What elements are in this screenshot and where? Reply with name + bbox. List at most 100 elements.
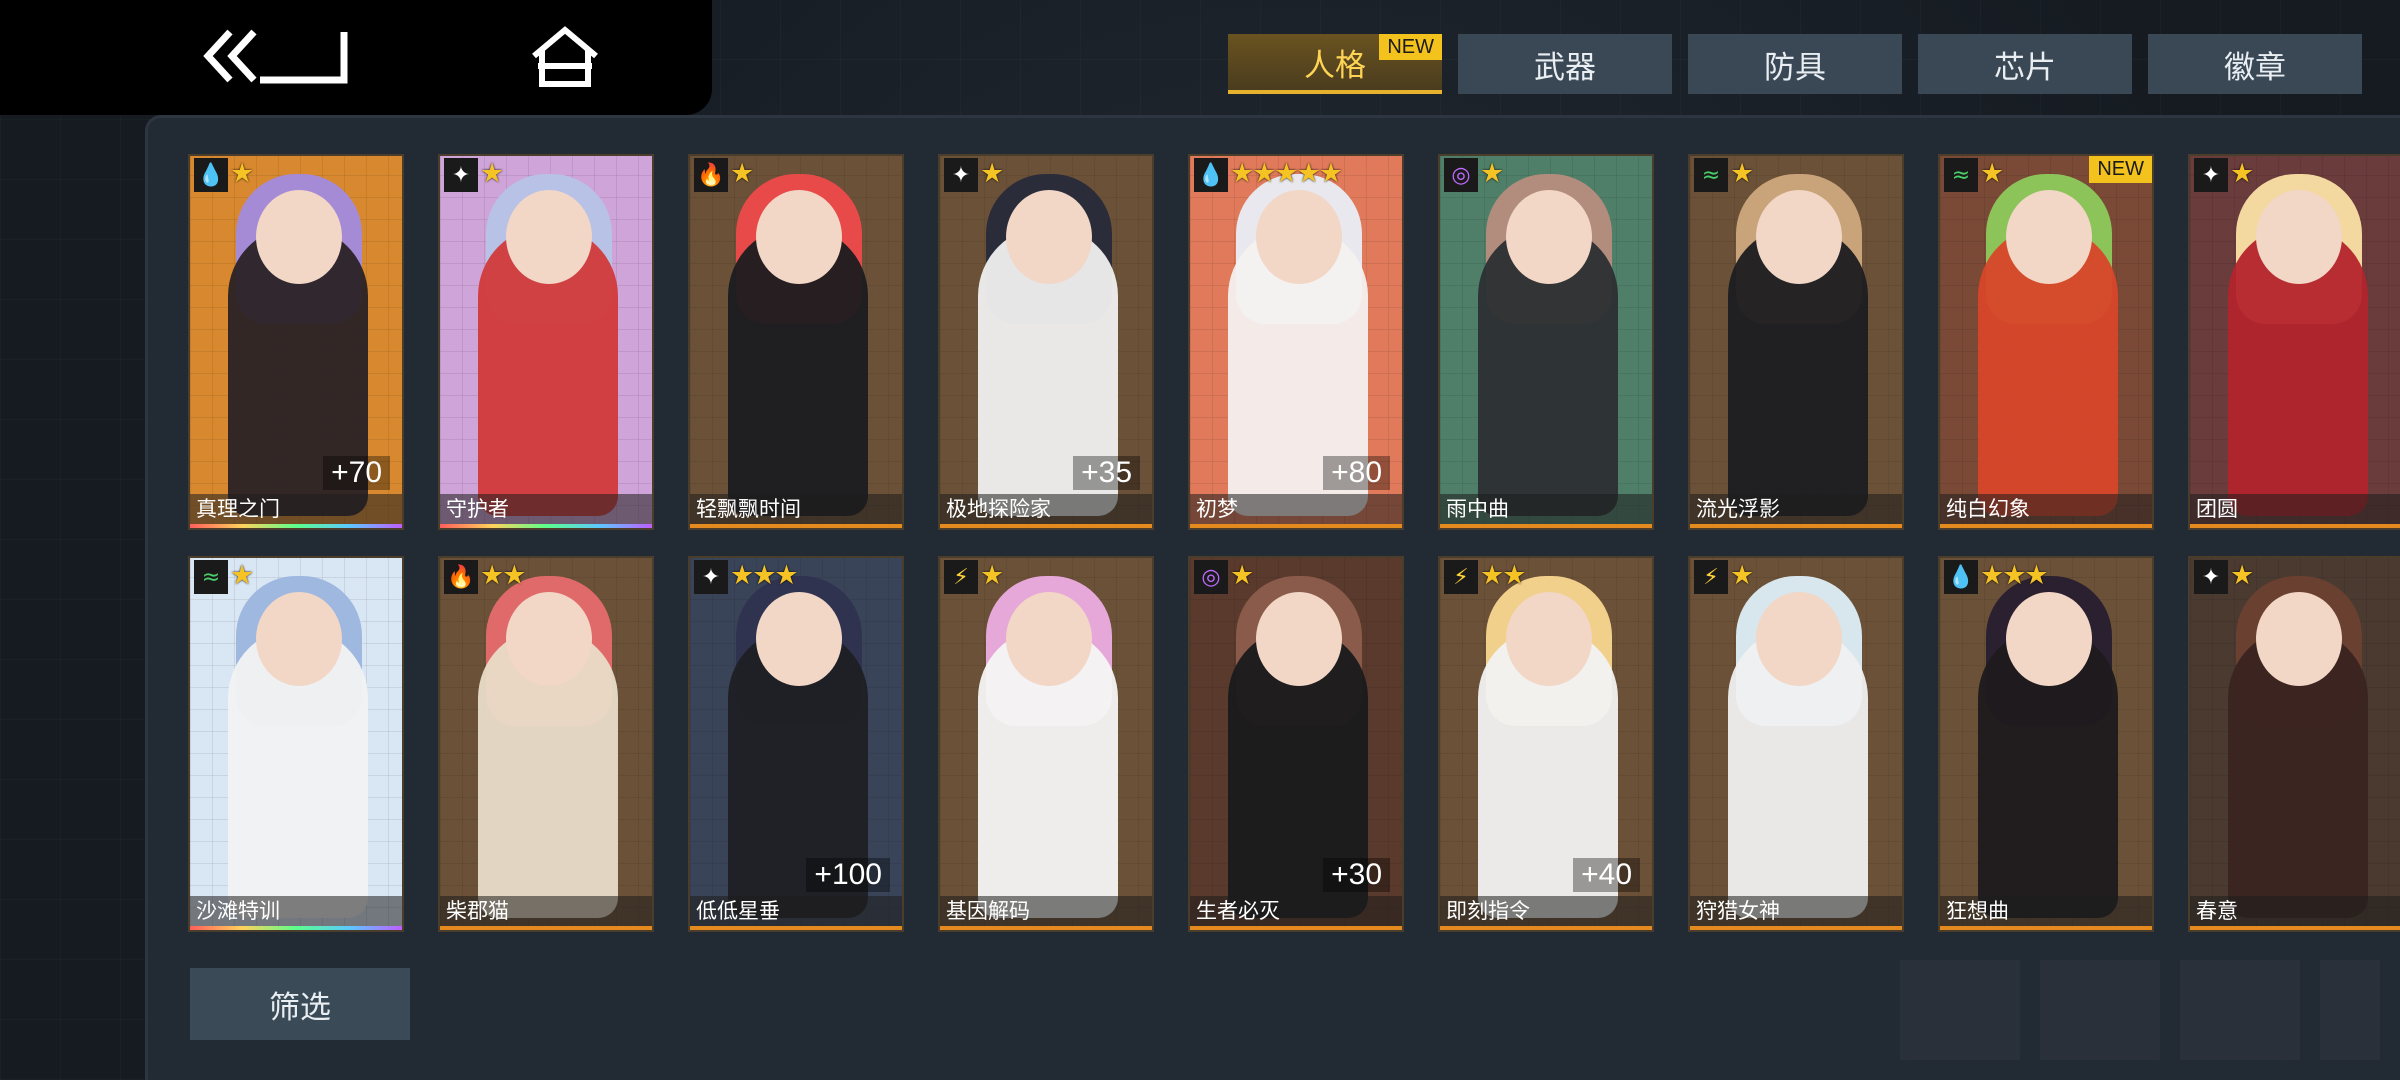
persona-card[interactable]: ⚡ ★ 狩猎女神: [1688, 556, 1904, 932]
card-name: 守护者: [440, 494, 652, 528]
character-face: [1006, 190, 1092, 284]
psy-element-icon: ◎: [1194, 560, 1228, 594]
tab-persona[interactable]: 人格 NEW: [1228, 34, 1442, 94]
character-face: [1756, 190, 1842, 284]
tab-chip[interactable]: 芯片: [1918, 34, 2132, 94]
character-face: [256, 592, 342, 686]
card-name: 生者必灭: [1190, 896, 1402, 930]
persona-card[interactable]: ✦ ★ 守护者: [438, 154, 654, 530]
wind-element-icon: ≈: [1694, 158, 1728, 192]
enhance-level: +35: [1073, 456, 1140, 490]
tab-label: 芯片: [1994, 49, 2056, 86]
character-face: [1256, 592, 1342, 686]
character-face: [1256, 190, 1342, 284]
enhance-level: +80: [1323, 456, 1390, 490]
rarity-stars: ★: [730, 158, 754, 189]
rarity-stars: ★★: [1480, 560, 1526, 591]
rarity-stars: ★★★: [1980, 560, 2049, 591]
character-face: [1506, 592, 1592, 686]
home-button[interactable]: [530, 26, 600, 88]
tab-armor[interactable]: 防具: [1688, 34, 1902, 94]
enhance-level: +70: [323, 456, 390, 490]
rarity-stars: ★: [1230, 560, 1254, 591]
persona-card[interactable]: ✦ ★ +35 极地探险家: [938, 154, 1154, 530]
persona-card[interactable]: 🔥 ★ 轻飘飘时间: [688, 154, 904, 530]
character-face: [2256, 190, 2342, 284]
character-face: [1506, 190, 1592, 284]
persona-card[interactable]: 💧 ★★★ 狂想曲: [1938, 556, 2154, 932]
spark-element-icon: ✦: [2194, 560, 2228, 594]
top-nav: [0, 0, 712, 115]
character-face: [506, 190, 592, 284]
card-name: 柴郡猫: [440, 896, 652, 930]
filter-label: 筛选: [269, 989, 331, 1026]
tab-label: 人格: [1304, 47, 1366, 84]
rarity-stars: ★: [2230, 158, 2254, 189]
persona-card[interactable]: ✦ ★★★ +100 低低星垂: [688, 556, 904, 932]
tab-label: 防具: [1764, 49, 1826, 86]
rarity-stars: ★: [980, 560, 1004, 591]
panel-decoration: [1900, 960, 2380, 1060]
persona-card[interactable]: 💧 ★ +70 真理之门: [188, 154, 404, 530]
character-face: [506, 592, 592, 686]
persona-card[interactable]: ≈ ★ NEW 纯白幻象: [1938, 154, 2154, 530]
persona-card[interactable]: ✦ ★ 春意: [2188, 556, 2400, 932]
character-face: [2256, 592, 2342, 686]
persona-card[interactable]: ⚡ ★ 基因解码: [938, 556, 1154, 932]
rarity-stars: ★: [980, 158, 1004, 189]
card-name: 真理之门: [190, 494, 402, 528]
persona-card[interactable]: ◎ ★ +30 生者必灭: [1188, 556, 1404, 932]
rarity-stars: ★★: [480, 560, 526, 591]
card-name: 春意: [2190, 896, 2400, 930]
card-name: 基因解码: [940, 896, 1152, 930]
enhance-level: +40: [1573, 858, 1640, 892]
water-element-icon: 💧: [194, 158, 228, 192]
wind-element-icon: ≈: [194, 560, 228, 594]
persona-card[interactable]: 🔥 ★★ 柴郡猫: [438, 556, 654, 932]
enhance-level: +100: [806, 858, 890, 892]
spark-element-icon: ✦: [444, 158, 478, 192]
rarity-stars: ★★★★★: [1230, 158, 1343, 189]
card-name: 流光浮影: [1690, 494, 1902, 528]
spark-element-icon: ✦: [694, 560, 728, 594]
persona-card[interactable]: ◎ ★ 雨中曲: [1438, 154, 1654, 530]
card-name: 沙滩特训: [190, 896, 402, 930]
card-name: 轻飘飘时间: [690, 494, 902, 528]
character-face: [1756, 592, 1842, 686]
character-face: [2006, 592, 2092, 686]
fire-element-icon: 🔥: [694, 158, 728, 192]
persona-card[interactable]: ≈ ★ 沙滩特训: [188, 556, 404, 932]
tab-badge[interactable]: 徽章: [2148, 34, 2362, 94]
rarity-stars: ★: [2230, 560, 2254, 591]
water-element-icon: 💧: [1194, 158, 1228, 192]
persona-card[interactable]: ≈ ★ 流光浮影: [1688, 154, 1904, 530]
new-badge: NEW: [1379, 34, 1442, 60]
persona-card[interactable]: ⚡ ★★ +40 即刻指令: [1438, 556, 1654, 932]
tab-label: 武器: [1534, 49, 1596, 86]
persona-card[interactable]: 💧 ★★★★★ +80 初梦: [1188, 154, 1404, 530]
persona-card[interactable]: ✦ ★ 团圆: [2188, 154, 2400, 530]
back-button[interactable]: [200, 26, 350, 86]
volt-element-icon: ⚡: [944, 560, 978, 594]
spark-element-icon: ✦: [944, 158, 978, 192]
rarity-stars: ★: [1730, 560, 1754, 591]
enhance-level: +30: [1323, 858, 1390, 892]
spark-element-icon: ✦: [2194, 158, 2228, 192]
tab-weapon[interactable]: 武器: [1458, 34, 1672, 94]
back-arrow-icon: [203, 29, 348, 84]
card-name: 狂想曲: [1940, 896, 2152, 930]
card-name: 初梦: [1190, 494, 1402, 528]
card-name: 团圆: [2190, 494, 2400, 528]
filter-button[interactable]: 筛选: [190, 968, 410, 1040]
character-face: [756, 592, 842, 686]
volt-element-icon: ⚡: [1694, 560, 1728, 594]
rarity-stars: ★: [230, 158, 254, 189]
volt-element-icon: ⚡: [1444, 560, 1478, 594]
rarity-stars: ★★★: [730, 560, 799, 591]
wind-element-icon: ≈: [1944, 158, 1978, 192]
rarity-stars: ★: [1980, 158, 2004, 189]
character-face: [1006, 592, 1092, 686]
fire-element-icon: 🔥: [444, 560, 478, 594]
card-name: 低低星垂: [690, 896, 902, 930]
new-badge: NEW: [2089, 156, 2152, 183]
